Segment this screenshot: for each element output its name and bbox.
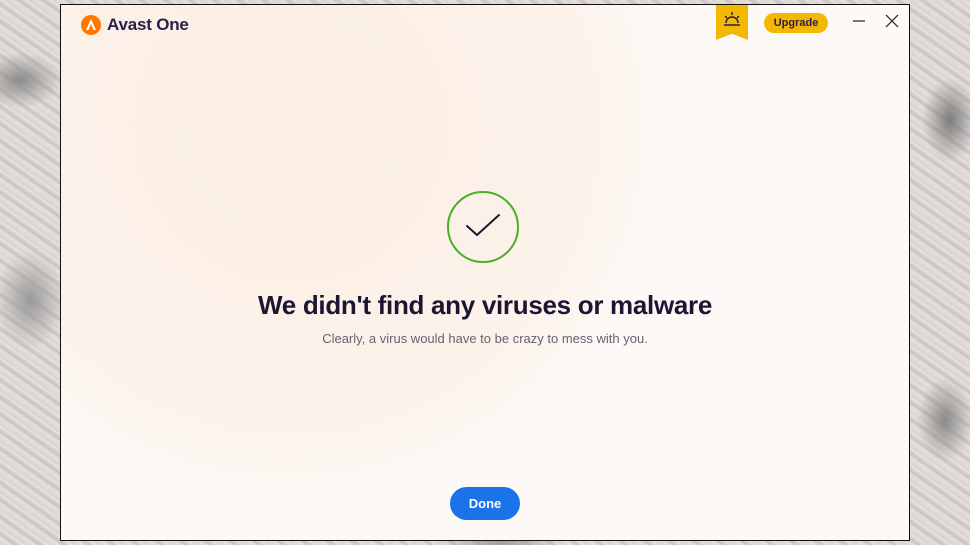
avast-logo-icon (81, 15, 101, 35)
upgrade-button[interactable]: Upgrade (764, 13, 828, 33)
app-name: Avast One (107, 15, 189, 34)
brand: Avast One (81, 15, 189, 35)
close-button[interactable] (882, 13, 902, 33)
success-indicator (447, 191, 519, 263)
background-glow (61, 5, 661, 505)
minimize-icon (852, 14, 866, 33)
done-button[interactable]: Done (450, 487, 520, 520)
notification-ribbon[interactable] (716, 5, 748, 40)
close-icon (885, 14, 899, 33)
result-title: We didn't find any viruses or malware (257, 290, 713, 320)
result-subtitle: Clearly, a virus would have to be crazy … (322, 331, 648, 346)
app-window: Avast One Upgrade We didn't find any vir… (60, 4, 910, 541)
sunrise-icon (723, 11, 741, 32)
checkmark-icon (465, 212, 501, 243)
minimize-button[interactable] (849, 13, 869, 33)
